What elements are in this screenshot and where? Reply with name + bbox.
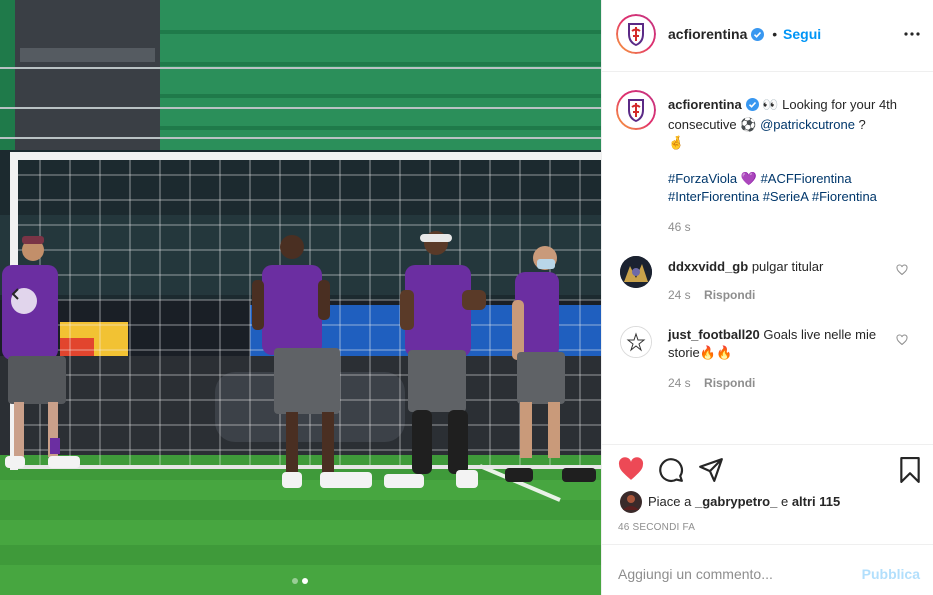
fiorentina-logo-icon bbox=[616, 14, 656, 54]
post-photo[interactable] bbox=[0, 0, 601, 595]
hashtag-link[interactable]: #Fiorentina bbox=[812, 189, 877, 204]
caption-tail: ? bbox=[854, 117, 866, 132]
avatar[interactable] bbox=[616, 14, 656, 54]
comment-like-button[interactable] bbox=[896, 334, 908, 349]
hashtag-link[interactable]: #ForzaViola bbox=[668, 171, 737, 186]
comment-time: 24 s bbox=[668, 288, 691, 302]
profile-picture-icon bbox=[620, 256, 652, 288]
post-header: acfiorentina • Segui bbox=[602, 0, 933, 72]
chevron-left-icon bbox=[11, 288, 19, 300]
caption-username[interactable]: acfiorentina bbox=[668, 97, 742, 112]
caption-time: 46 s bbox=[668, 220, 691, 234]
carousel-prev-button[interactable] bbox=[11, 288, 37, 314]
comment-time: 24 s bbox=[668, 376, 691, 390]
comment-meta: 24 s Rispondi bbox=[668, 376, 755, 390]
carousel-indicator bbox=[292, 578, 308, 584]
hashtag-link[interactable]: #InterFiorentina bbox=[668, 189, 759, 204]
profile-picture-icon bbox=[620, 491, 642, 513]
post-comment-button[interactable]: Pubblica bbox=[862, 566, 920, 582]
hashtag-link[interactable]: #ACFFiorentina bbox=[761, 171, 852, 186]
post-timestamp: 46 SECONDI FA bbox=[618, 522, 696, 533]
share-button[interactable] bbox=[698, 457, 724, 486]
reply-button[interactable]: Rispondi bbox=[704, 288, 755, 302]
carousel-dot-active bbox=[302, 578, 308, 584]
caption-mention[interactable]: @patrickcutrone bbox=[760, 117, 855, 132]
caption-emoji: 🤞 bbox=[668, 135, 685, 150]
likes-summary: Piace a _gabrypetro_ e altri 115 bbox=[648, 494, 840, 509]
verified-badge-icon bbox=[745, 98, 759, 116]
liker-username[interactable]: _gabrypetro_ bbox=[695, 494, 777, 509]
fiorentina-logo-icon bbox=[616, 90, 656, 130]
bookmark-icon bbox=[900, 457, 920, 483]
header-separator: • bbox=[772, 26, 778, 42]
more-options-button[interactable] bbox=[904, 26, 920, 45]
carousel-dot bbox=[292, 578, 298, 584]
likes-prefix: Piace a bbox=[648, 494, 695, 509]
like-button[interactable] bbox=[618, 457, 644, 484]
comment-body: ddxxvidd_gb pulgar titular bbox=[668, 258, 888, 276]
profile-picture-icon bbox=[621, 327, 651, 357]
purple-heart-emoji: 💜 bbox=[740, 171, 757, 186]
caption: acfiorentina 👀 Looking for your 4th cons… bbox=[668, 96, 918, 236]
verified-badge-icon bbox=[751, 28, 765, 44]
comment-like-button[interactable] bbox=[896, 264, 908, 279]
heart-filled-icon bbox=[618, 457, 644, 480]
comment-text: pulgar titular bbox=[751, 259, 824, 274]
comments-list: acfiorentina 👀 Looking for your 4th cons… bbox=[602, 72, 933, 444]
commenter-avatar[interactable] bbox=[620, 326, 652, 358]
follow-button[interactable]: Segui bbox=[783, 26, 821, 42]
stadium-scene bbox=[0, 0, 601, 595]
comment-input[interactable]: Aggiungi un commento... bbox=[618, 566, 773, 582]
header-username[interactable]: acfiorentina bbox=[668, 26, 747, 42]
post-sidebar: acfiorentina • Segui acfiorentina 👀 Look… bbox=[601, 0, 933, 595]
heart-outline-icon bbox=[896, 264, 908, 276]
paper-plane-icon bbox=[699, 458, 723, 482]
more-horizontal-icon bbox=[904, 32, 920, 36]
commenter-avatar[interactable] bbox=[620, 256, 652, 288]
reply-button[interactable]: Rispondi bbox=[704, 376, 755, 390]
comment-meta: 24 s Rispondi bbox=[668, 288, 755, 302]
heart-outline-icon bbox=[896, 334, 908, 346]
comment-bubble-icon bbox=[659, 458, 683, 483]
comment-username[interactable]: ddxxvidd_gb bbox=[668, 259, 748, 274]
post-actions: Piace a _gabrypetro_ e altri 115 46 SECO… bbox=[602, 444, 933, 544]
comment-body: just_football20 Goals live nelle mie sto… bbox=[668, 326, 888, 362]
comment-username[interactable]: just_football20 bbox=[668, 327, 760, 342]
likes-middle: e bbox=[777, 494, 792, 509]
liker-avatar[interactable] bbox=[620, 491, 642, 516]
likes-others-link[interactable]: altri 115 bbox=[792, 494, 840, 509]
comment-button[interactable] bbox=[658, 457, 684, 486]
caption-avatar[interactable] bbox=[616, 90, 656, 130]
hashtag-link[interactable]: #SerieA bbox=[763, 189, 809, 204]
header-user-line: acfiorentina • Segui bbox=[668, 26, 821, 44]
add-comment-bar: Aggiungi un commento... Pubblica bbox=[602, 544, 933, 595]
save-button[interactable] bbox=[898, 457, 922, 486]
